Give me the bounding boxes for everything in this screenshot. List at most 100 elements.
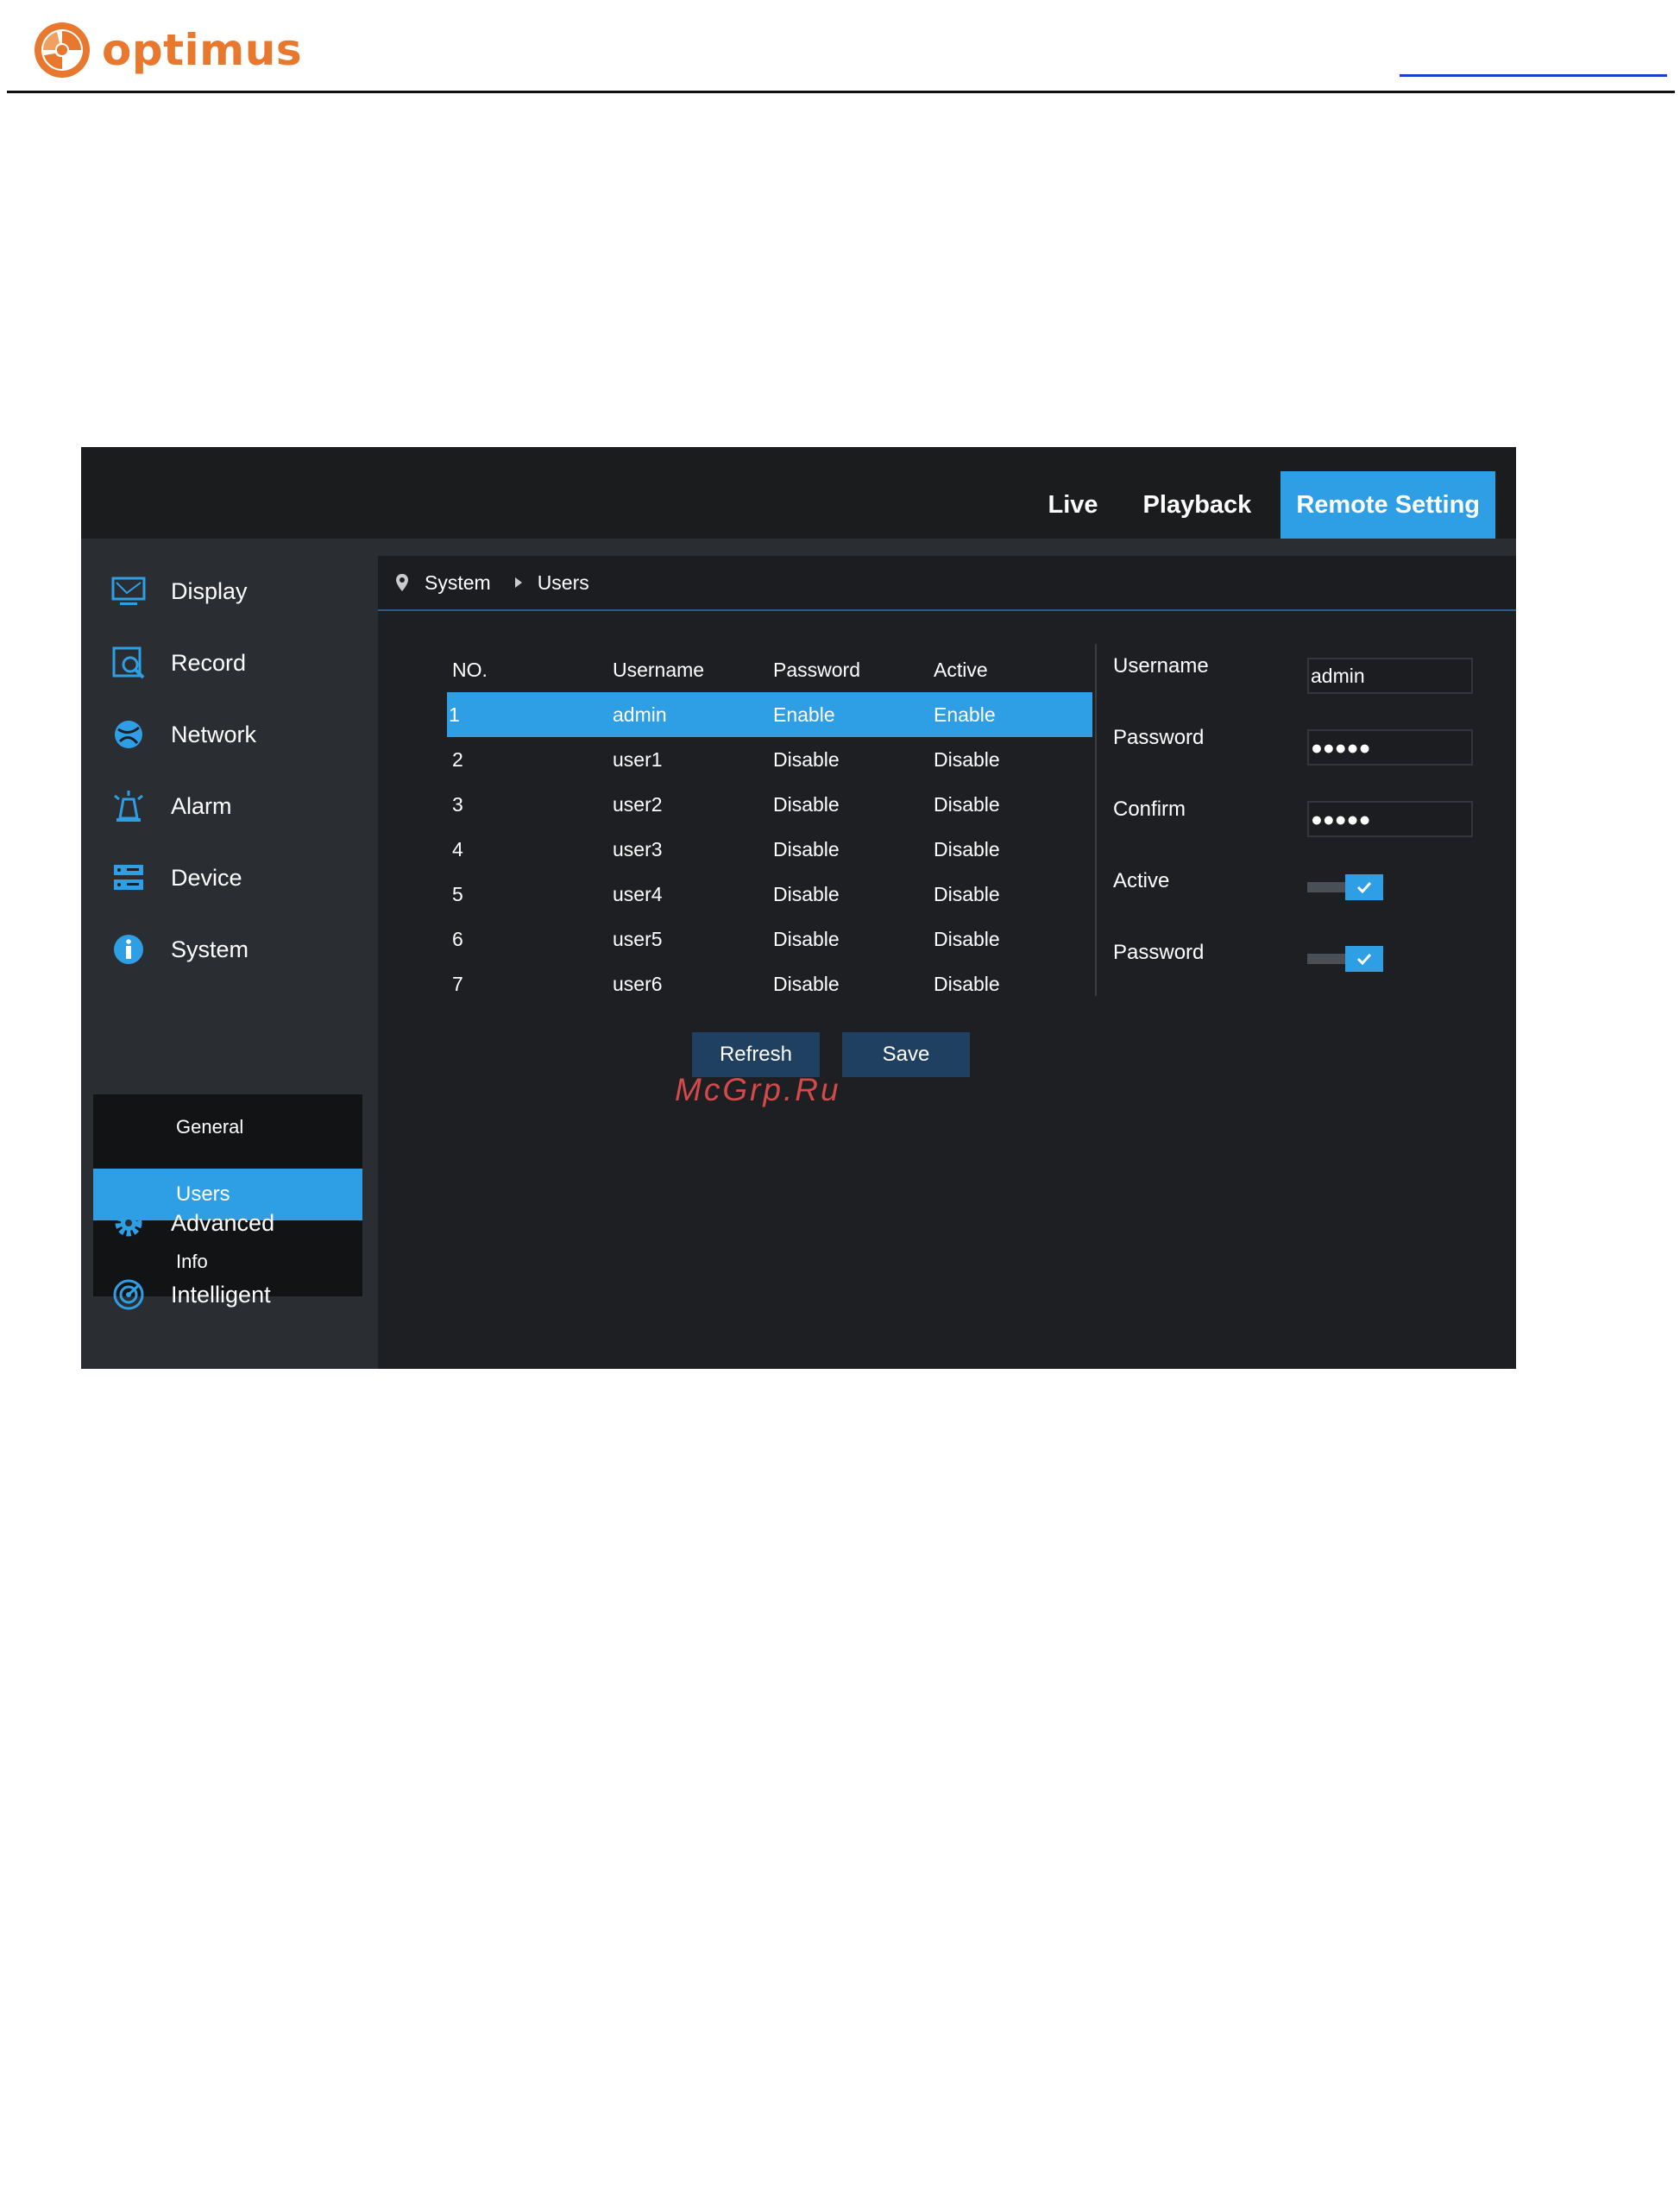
sidebar-item-label: Network (171, 721, 257, 747)
cell-password: Disable (773, 792, 840, 816)
password-label: Password (1113, 726, 1205, 749)
cell-password: Enable (773, 703, 835, 726)
sidebar-item-intelligent[interactable]: Intelligent (93, 1259, 362, 1330)
form-row-password: Password ●●●●● (1113, 717, 1493, 769)
sidebar-item-system[interactable]: System (93, 914, 362, 985)
cell-password: Disable (773, 747, 840, 771)
brand-name: optimus (102, 25, 303, 75)
column-header-active: Active (934, 658, 988, 681)
cell-no: 6 (452, 927, 463, 950)
device-icon (110, 860, 147, 896)
table-header: NO. Username Password Active (447, 647, 1092, 692)
brand-logo-icon (35, 22, 90, 78)
username-label: Username (1113, 654, 1209, 678)
column-header-password: Password (773, 658, 860, 681)
cell-no: 3 (452, 792, 463, 816)
column-header-no: NO. (452, 658, 488, 681)
table-row[interactable]: 6 user5 Disable Disable (447, 917, 1092, 961)
checkmark-icon (1356, 881, 1372, 894)
cell-username: admin (613, 703, 667, 726)
cell-password: Disable (773, 927, 840, 950)
form-row-password-toggle: Password (1113, 932, 1493, 984)
cell-username: user6 (613, 972, 663, 995)
active-toggle[interactable] (1307, 874, 1383, 900)
panel-divider (1095, 644, 1097, 996)
toggle-knob (1345, 946, 1383, 972)
cell-active: Disable (934, 747, 1000, 771)
table-row[interactable]: 4 user3 Disable Disable (447, 827, 1092, 872)
submenu-item-general[interactable]: General (93, 1101, 362, 1153)
cell-active: Disable (934, 837, 1000, 860)
sidebar-item-label: Alarm (171, 792, 232, 819)
sidebar-item-alarm[interactable]: Alarm (93, 771, 362, 842)
column-header-username: Username (613, 658, 705, 681)
username-input[interactable]: admin (1307, 658, 1473, 694)
table-row[interactable]: 7 user6 Disable Disable (447, 961, 1092, 1006)
cell-username: user3 (613, 837, 663, 860)
cell-password: Disable (773, 972, 840, 995)
cell-no: 5 (452, 882, 463, 905)
sidebar: Display Record Network Alarm Device Syst… (81, 556, 378, 1369)
cell-active: Disable (934, 882, 1000, 905)
table-row[interactable]: 1 admin Enable Enable (447, 692, 1092, 737)
record-icon (110, 645, 147, 681)
sidebar-item-network[interactable]: Network (93, 699, 362, 770)
sidebar-item-record[interactable]: Record (93, 627, 362, 698)
nav-tab-remote-setting[interactable]: Remote Setting (1280, 471, 1495, 539)
watermark-text: McGrp.Ru (675, 1072, 841, 1107)
info-icon (110, 931, 147, 968)
save-button[interactable]: Save (842, 1032, 970, 1077)
table-row[interactable]: 5 user4 Disable Disable (447, 872, 1092, 917)
refresh-button[interactable]: Refresh (692, 1032, 820, 1077)
form-row-username: Username admin (1113, 646, 1493, 697)
header-link-underline (1400, 74, 1667, 77)
users-panel: System Users NO. Username Password Activ… (378, 556, 1516, 1369)
sidebar-item-label: System (171, 936, 249, 962)
cell-active: Disable (934, 972, 1000, 995)
password-input[interactable]: ●●●●● (1307, 729, 1473, 766)
confirm-password-input[interactable]: ●●●●● (1307, 801, 1473, 837)
gear-icon (110, 1205, 147, 1241)
active-label: Active (1113, 869, 1170, 892)
submenu-item-label: General (176, 1116, 244, 1138)
nav-tab-live[interactable]: Live (1033, 471, 1114, 539)
location-pin-icon (396, 574, 408, 591)
cell-no: 1 (449, 703, 460, 726)
table-row[interactable]: 2 user1 Disable Disable (447, 737, 1092, 782)
cell-active: Disable (934, 927, 1000, 950)
breadcrumb-users: Users (537, 570, 589, 594)
globe-icon (110, 716, 147, 753)
sidebar-item-display[interactable]: Display (93, 556, 362, 627)
cell-password: Disable (773, 837, 840, 860)
top-bar: Live Playback Remote Setting (81, 447, 1516, 539)
checkmark-icon (1356, 953, 1372, 966)
sidebar-item-device[interactable]: Device (93, 842, 362, 913)
alarm-icon (110, 788, 147, 824)
sidebar-item-label: Device (171, 864, 242, 891)
password-toggle[interactable] (1307, 946, 1383, 972)
table-row[interactable]: 3 user2 Disable Disable (447, 782, 1092, 827)
breadcrumb: System Users (378, 556, 1516, 611)
toggle-knob (1345, 874, 1383, 900)
cell-no: 2 (452, 747, 463, 771)
dvr-app-window: Live Playback Remote Setting Display Rec… (81, 447, 1516, 1369)
document-header: optimus (0, 0, 1680, 95)
sidebar-item-label: Advanced (171, 1209, 275, 1236)
nav-tab-playback[interactable]: Playback (1128, 471, 1268, 539)
sidebar-item-advanced[interactable]: Advanced (93, 1188, 362, 1258)
cell-username: user5 (613, 927, 663, 950)
form-row-active: Active (1113, 860, 1493, 912)
top-gutter (81, 539, 1516, 556)
breadcrumb-system[interactable]: System (425, 571, 491, 595)
radar-icon (110, 1277, 147, 1313)
brand-logo: optimus (31, 19, 302, 81)
top-navigation: Live Playback Remote Setting (1019, 471, 1495, 539)
sidebar-item-label: Display (171, 577, 248, 604)
cell-no: 7 (452, 972, 463, 995)
sidebar-item-label: Record (171, 649, 247, 676)
cell-active: Disable (934, 792, 1000, 816)
password-toggle-label: Password (1113, 941, 1205, 964)
cell-no: 4 (452, 837, 463, 860)
chevron-right-icon (514, 577, 522, 588)
monitor-icon (110, 573, 147, 609)
